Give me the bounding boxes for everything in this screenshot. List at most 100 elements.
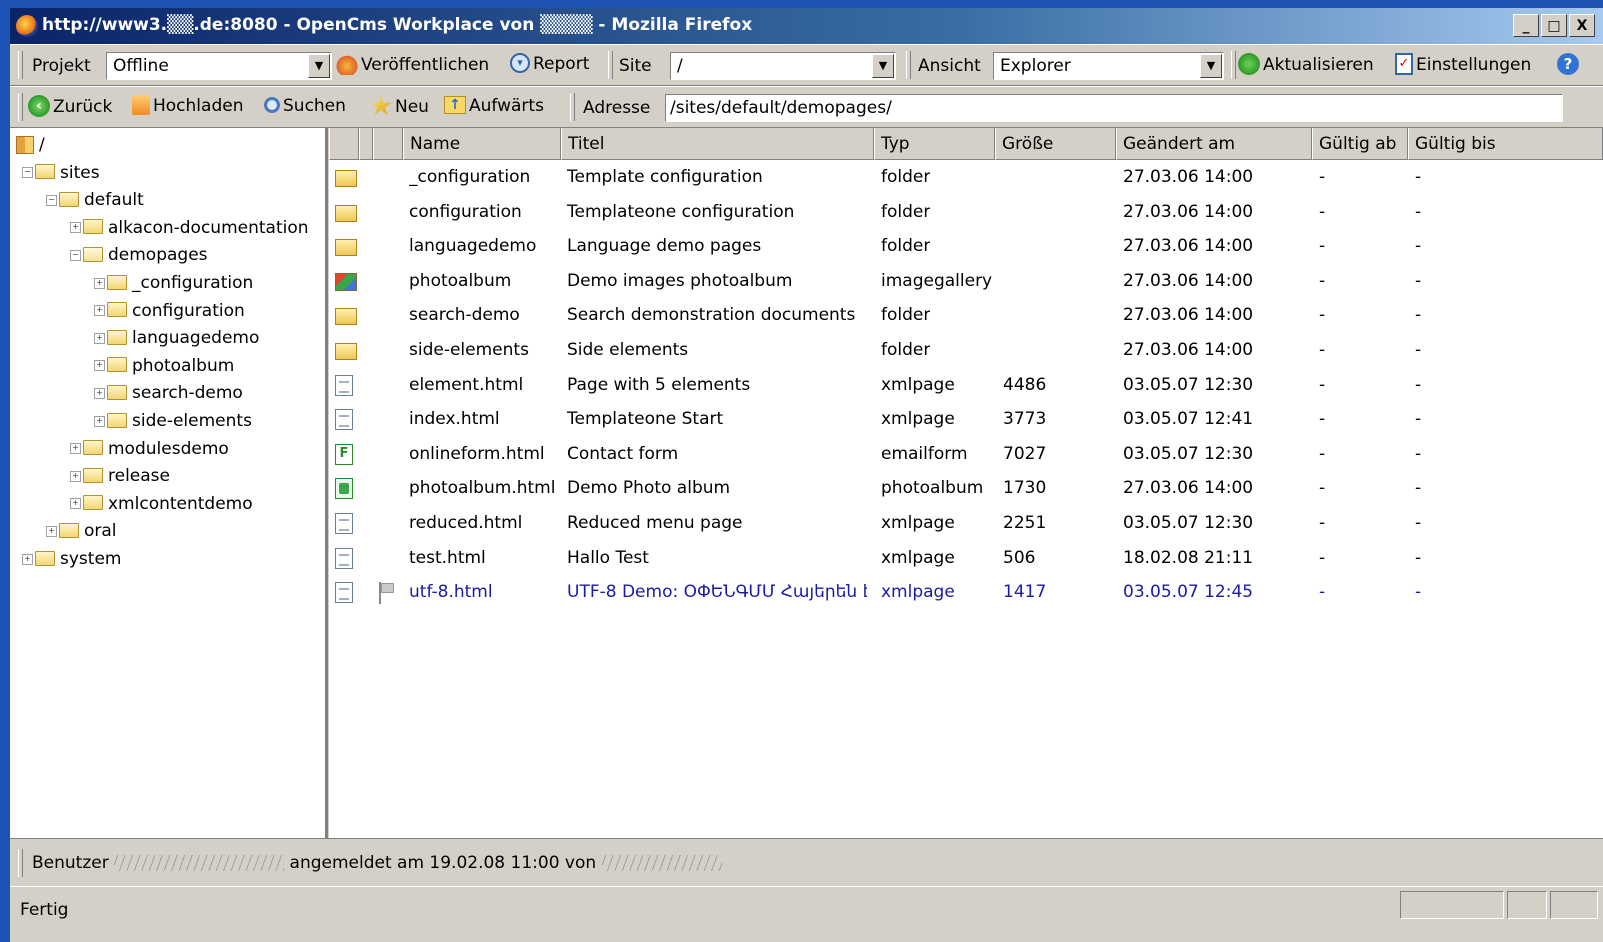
file-row[interactable]: utf-8.html UTF-8 Demo: ՕՓԵՆԳՄՄ Հայերեն է x… <box>329 575 1603 609</box>
file-row[interactable]: reduced.html Reduced menu page xmlpage 2251… <box>329 506 1603 540</box>
tree-node[interactable]: + system <box>22 546 121 573</box>
expand-icon[interactable]: + <box>70 443 81 455</box>
folder-icon <box>107 302 127 318</box>
collapse-icon[interactable]: − <box>46 194 57 206</box>
cell-name[interactable]: photoalbum.html <box>409 471 565 505</box>
file-row[interactable]: side-elements Side elements folder 27.03.06… <box>329 333 1603 367</box>
tree-node-label: sites <box>60 162 100 183</box>
expand-icon[interactable]: + <box>70 470 81 482</box>
cell-valid-to: - <box>1415 547 1422 568</box>
upload-button[interactable]: Hochladen <box>132 95 243 116</box>
address-input[interactable]: /sites/default/demopages/ <box>665 94 1563 122</box>
up-folder-button[interactable]: ↑ Aufwärts <box>444 96 544 116</box>
collapse-icon[interactable]: − <box>22 167 33 179</box>
maximize-button[interactable]: □ <box>1541 14 1567 37</box>
file-row[interactable]: search-demo Search demonstration document… <box>329 298 1603 332</box>
refresh-button[interactable]: Aktualisieren <box>1238 53 1374 76</box>
cell-name[interactable]: search-demo <box>409 298 565 332</box>
expand-icon[interactable]: + <box>22 553 33 565</box>
search-button[interactable]: Suchen <box>264 96 346 116</box>
file-row[interactable]: element.html Page with 5 elements xmlpage 4… <box>329 368 1603 402</box>
back-arrow-icon: ‹ <box>28 95 50 117</box>
cell-name[interactable]: utf-8.html <box>409 575 565 609</box>
file-row[interactable]: _configuration Template configuration fold… <box>329 160 1603 194</box>
expand-icon[interactable]: + <box>94 415 105 427</box>
tree-node[interactable]: + languagedemo <box>94 325 259 352</box>
column-type[interactable]: Typ <box>874 128 995 160</box>
form-icon: F <box>335 443 353 465</box>
tree-node[interactable]: − demopages <box>70 242 208 269</box>
cell-valid-from: - <box>1319 582 1326 603</box>
cell-name[interactable]: test.html <box>409 541 565 575</box>
file-row[interactable]: photoalbum.html Demo Photo album photoalbu… <box>329 471 1603 505</box>
cell-name[interactable]: languagedemo <box>409 229 565 263</box>
column-valid-to[interactable]: Gültig bis <box>1408 128 1603 160</box>
view-select[interactable]: Explorer ▼ <box>993 52 1224 80</box>
cell-name[interactable]: element.html <box>409 368 565 402</box>
expand-icon[interactable]: + <box>94 277 105 289</box>
page-icon <box>335 374 353 396</box>
publish-button[interactable]: Veröffentlichen <box>336 53 489 76</box>
file-row[interactable]: languagedemo Language demo pages folder 27.… <box>329 229 1603 263</box>
project-select[interactable]: Offline ▼ <box>106 52 332 80</box>
expand-icon[interactable]: + <box>70 498 81 510</box>
tree-node[interactable]: + configuration <box>94 298 245 325</box>
expand-icon[interactable]: + <box>70 222 81 234</box>
file-row[interactable]: photoalbum Demo images photoalbum imagegal… <box>329 264 1603 298</box>
column-size[interactable]: Größe <box>995 128 1116 160</box>
tree-node[interactable]: + release <box>70 463 170 490</box>
file-row[interactable]: index.html Templateone Start xmlpage 3773 03… <box>329 402 1603 436</box>
cell-name[interactable]: onlineform.html <box>409 437 565 471</box>
minimize-button[interactable]: _ <box>1513 14 1539 37</box>
cell-type: folder <box>881 305 931 326</box>
chevron-down-icon[interactable]: ▼ <box>308 54 330 78</box>
help-button[interactable]: ? <box>1557 53 1582 76</box>
report-button[interactable]: ▾ Report <box>510 53 589 74</box>
folder-icon <box>83 219 103 235</box>
collapse-icon[interactable]: − <box>70 249 81 261</box>
new-button[interactable]: Neu <box>370 95 429 118</box>
expand-icon[interactable]: + <box>94 332 105 344</box>
column-name[interactable]: Name <box>403 128 561 160</box>
file-row[interactable]: Fonlineform.html Contact form emailform 702… <box>329 437 1603 471</box>
tree-node[interactable]: − default <box>46 187 144 214</box>
tree-node[interactable]: + oral <box>46 518 117 545</box>
tree-node[interactable]: − sites <box>22 160 100 187</box>
column-modified[interactable]: Geändert am <box>1116 128 1312 160</box>
settings-button[interactable]: ✓ Einstellungen <box>1395 53 1531 76</box>
cell-valid-from: - <box>1319 201 1326 222</box>
cell-name[interactable]: _configuration <box>409 160 565 194</box>
tree-node[interactable]: / <box>16 132 45 159</box>
column-title[interactable]: Titel <box>561 128 874 160</box>
cell-name[interactable]: configuration <box>409 195 565 229</box>
cell-title: Language demo pages <box>567 236 762 257</box>
expand-icon[interactable]: + <box>46 525 57 537</box>
file-row[interactable]: test.html Hallo Test xmlpage 506 18.02.08 21… <box>329 541 1603 575</box>
site-select[interactable]: / ▼ <box>670 52 896 80</box>
cell-name[interactable]: side-elements <box>409 333 565 367</box>
file-row[interactable]: configuration Templateone configuration fo… <box>329 195 1603 229</box>
tree-node[interactable]: + modulesdemo <box>70 436 229 463</box>
tree-node[interactable]: + _configuration <box>94 270 253 297</box>
tree-node[interactable]: + side-elements <box>94 408 252 435</box>
tree-node[interactable]: + search-demo <box>94 380 243 407</box>
chevron-down-icon[interactable]: ▼ <box>1200 54 1222 78</box>
folder-icon <box>83 495 103 511</box>
close-button[interactable]: X <box>1569 14 1595 37</box>
chevron-down-icon[interactable]: ▼ <box>872 54 894 78</box>
expand-icon[interactable]: + <box>94 305 105 317</box>
back-button[interactable]: ‹ Zurück <box>28 95 112 118</box>
cell-type: folder <box>881 236 931 257</box>
tree-node[interactable]: + xmlcontentdemo <box>70 491 253 518</box>
expand-icon[interactable]: + <box>94 387 105 399</box>
column-valid-from[interactable]: Gültig ab <box>1312 128 1408 160</box>
cell-valid-from: - <box>1319 374 1326 395</box>
cell-name[interactable]: reduced.html <box>409 506 565 540</box>
cell-valid-to: - <box>1415 513 1422 533</box>
cell-name[interactable]: photoalbum <box>409 264 565 298</box>
tree-node[interactable]: + photoalbum <box>94 353 234 380</box>
expand-icon[interactable]: + <box>94 360 105 372</box>
tree-node[interactable]: + alkacon-documentation <box>70 215 309 242</box>
cell-name[interactable]: index.html <box>409 402 565 436</box>
toolbar-separator <box>1231 51 1236 79</box>
